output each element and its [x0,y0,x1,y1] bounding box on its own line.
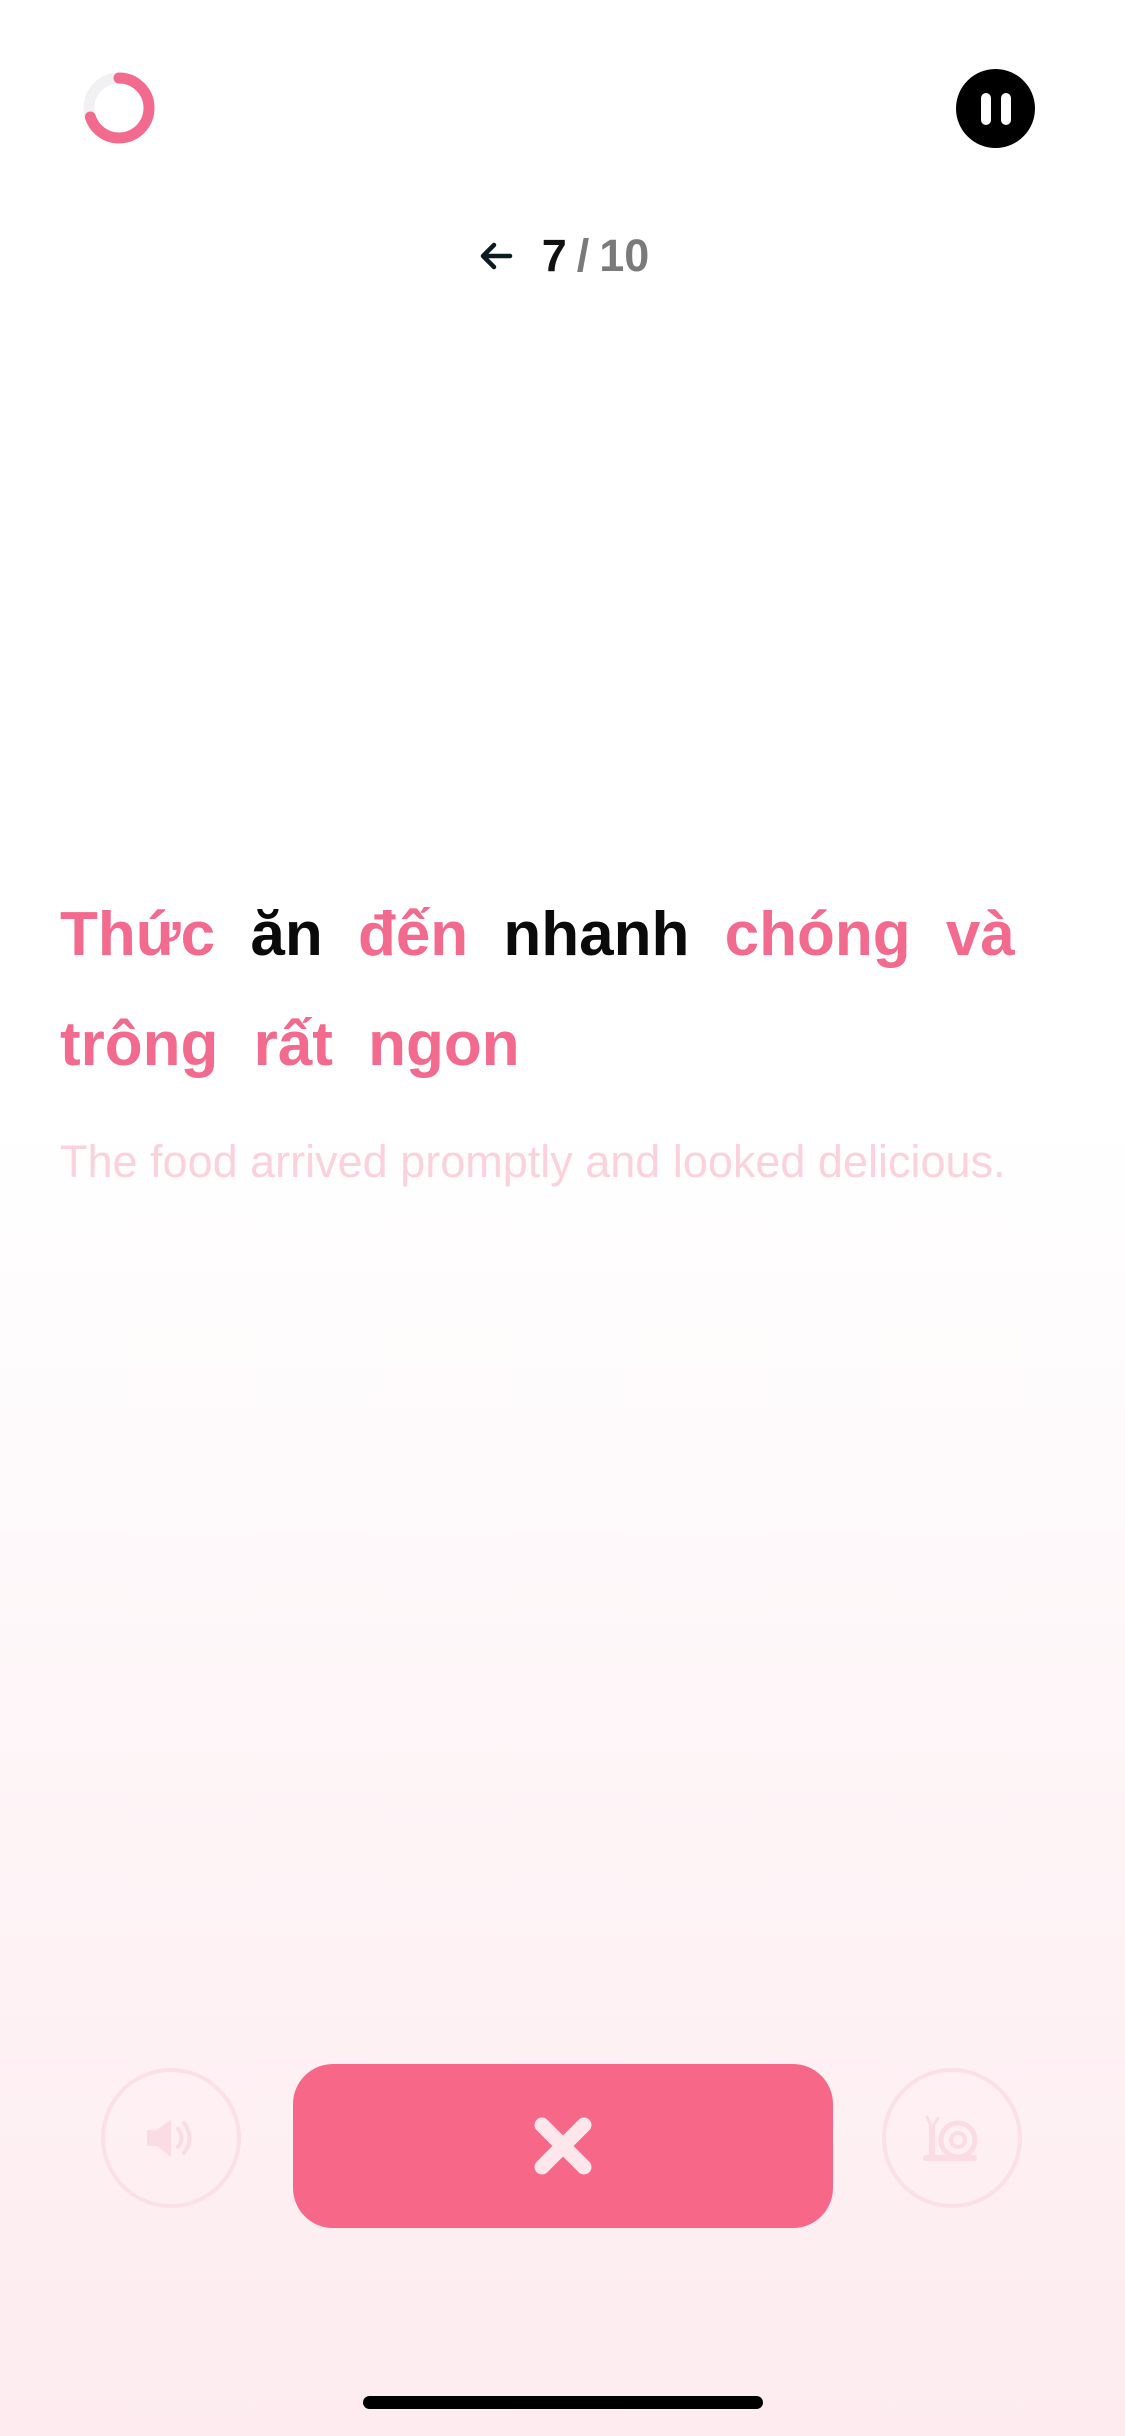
progress-ring [83,72,155,144]
sentence-word[interactable]: trông [60,1010,218,1079]
close-button[interactable] [293,2064,833,2228]
pause-icon [980,92,991,125]
home-indicator [363,2396,763,2409]
translation: The food arrived promptly and looked del… [60,1136,1006,1187]
counter-total: 10 [599,230,650,281]
sentence-word[interactable]: ăn [250,900,322,969]
back-arrow-icon[interactable] [476,236,516,276]
close-icon [534,2117,592,2175]
slow-speed-button[interactable] [882,2068,1022,2208]
sentence-word[interactable]: nhanh [503,900,689,969]
sentence-word[interactable]: đến [358,900,468,969]
counter-current: 7 [541,230,567,281]
sentence-word[interactable]: rất [254,1010,333,1079]
speaker-icon [147,2119,192,2157]
sentence-word[interactable]: và [946,900,1015,969]
sentence-word[interactable]: ngon [368,1010,520,1079]
pause-button[interactable] [956,69,1035,148]
sentence-word[interactable]: Thức [60,900,215,969]
counter-separator: / [576,230,590,281]
snail-icon [923,2115,978,2161]
speaker-button[interactable] [101,2068,241,2208]
card-counter: 7 / 10 [0,226,1125,286]
sentence-word[interactable]: chóng [725,900,911,969]
sentence: Thức ăn đến nhanh chóng và trông rất ngo… [60,880,1070,1100]
